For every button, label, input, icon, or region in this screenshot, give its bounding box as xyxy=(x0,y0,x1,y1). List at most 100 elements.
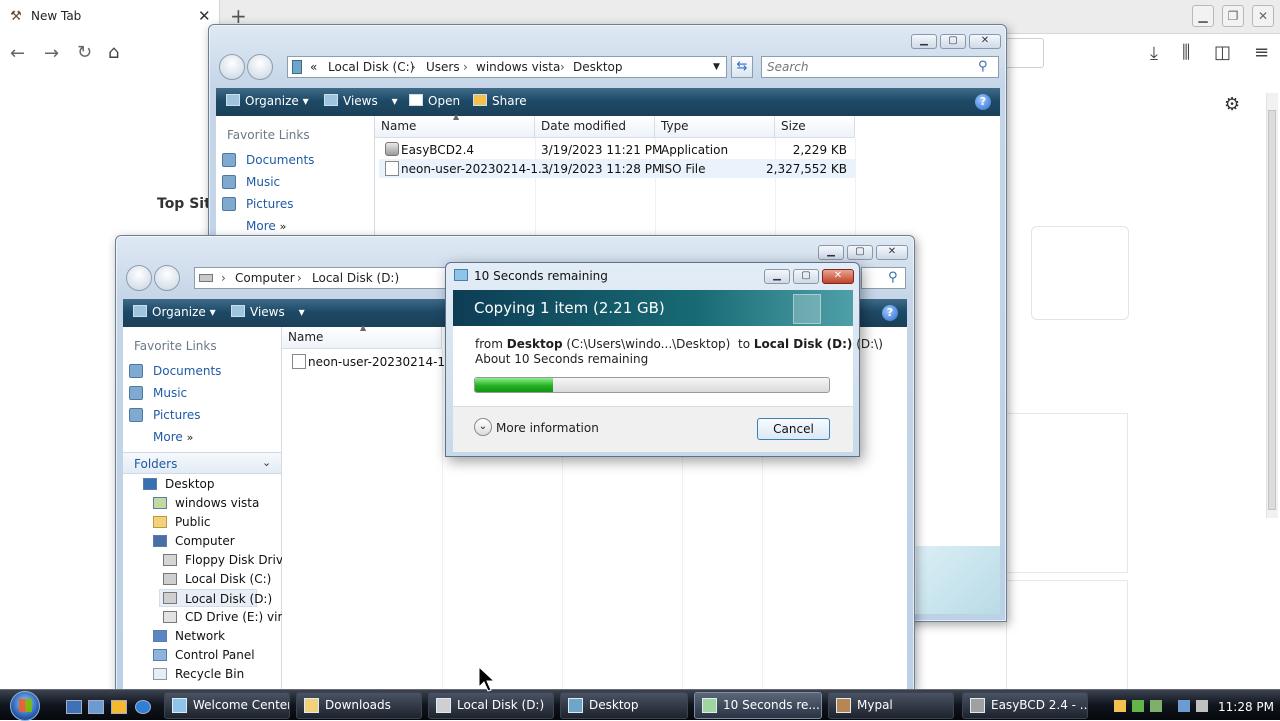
customize-gear-icon[interactable]: ⚙ xyxy=(1224,94,1240,115)
back-arrow-icon[interactable]: ← xyxy=(10,43,25,64)
address-bar[interactable]: « Local Disk (C:) › Users › windows vist… xyxy=(287,56,727,78)
address-bar[interactable]: › Computer › Local Disk (D:) xyxy=(194,267,454,289)
search-icon[interactable]: ⚲ xyxy=(978,59,988,74)
folders-heading: Folders xyxy=(134,457,178,471)
breadcrumb-separator-icon: › xyxy=(411,60,416,74)
favorite-link-label: Documents xyxy=(246,153,315,167)
forward-arrow-icon[interactable]: → xyxy=(44,43,59,64)
switch-windows-icon[interactable] xyxy=(88,700,104,714)
maximize-button[interactable]: ▢ xyxy=(940,34,966,49)
browser-scrollbar-thumb[interactable] xyxy=(1268,110,1276,510)
forward-button[interactable] xyxy=(247,54,273,80)
highlight-card[interactable] xyxy=(1006,580,1128,690)
file-row[interactable]: neon-user-20230214-1... xyxy=(286,352,457,371)
tree-label: Computer xyxy=(175,534,235,548)
search-input[interactable]: ⚲ xyxy=(861,267,906,289)
top-site-tile[interactable] xyxy=(1031,226,1129,320)
column-header-type[interactable]: Type xyxy=(655,116,775,138)
file-row[interactable]: neon-user-20230214-1... 3/19/2023 11:28 … xyxy=(379,159,855,178)
close-tab-icon[interactable]: ✕ xyxy=(198,7,211,25)
internet-explorer-icon[interactable] xyxy=(135,700,151,714)
cancel-button[interactable]: Cancel xyxy=(757,418,830,440)
chevron-down-icon[interactable]: ▼ xyxy=(713,62,720,72)
file-name: neon-user-20230214-1... xyxy=(308,355,457,369)
home-icon[interactable]: ⌂ xyxy=(108,42,119,63)
floppy-drive-icon xyxy=(163,554,177,566)
taskbar-button-easybcd[interactable]: EasyBCD 2.4 - ... xyxy=(962,692,1088,719)
minimize-button[interactable]: ▁ xyxy=(911,34,937,49)
progress-fill xyxy=(475,378,553,392)
menu-icon[interactable]: ≡ xyxy=(1254,42,1269,63)
column-header-date[interactable]: Date modified xyxy=(535,116,655,138)
browser-close-button[interactable]: ✕ xyxy=(1252,5,1274,27)
breadcrumb-separator-icon: › xyxy=(221,271,226,285)
share-button[interactable]: Share xyxy=(473,94,527,108)
breadcrumb-computer[interactable]: Computer xyxy=(235,271,295,285)
back-button[interactable] xyxy=(219,54,245,80)
organize-button[interactable]: Organize ▾ xyxy=(133,305,216,319)
taskbar-button-copy-progress[interactable]: 10 Seconds re... xyxy=(694,692,822,719)
volume-muted-icon[interactable] xyxy=(1196,700,1208,712)
help-icon[interactable]: ? xyxy=(975,94,991,110)
browser-restore-button[interactable]: ❐ xyxy=(1222,5,1244,27)
help-icon[interactable]: ? xyxy=(882,305,898,321)
file-row[interactable]: EasyBCD2.4 3/19/2023 11:21 PM Applicatio… xyxy=(379,140,855,159)
start-button[interactable] xyxy=(10,691,40,721)
update-icon[interactable] xyxy=(1132,700,1144,712)
taskbar-button-welcome-center[interactable]: Welcome Center xyxy=(164,692,290,719)
folders-header[interactable]: Folders ⌄ xyxy=(123,452,281,474)
organize-button[interactable]: Organize ▾ xyxy=(226,94,309,108)
breadcrumb-local-disk-c[interactable]: Local Disk (C:) xyxy=(328,60,414,74)
forward-button[interactable] xyxy=(154,265,180,291)
media-player-icon[interactable] xyxy=(111,700,127,714)
close-button[interactable]: ✕ xyxy=(969,34,1001,49)
minimize-button[interactable]: ▁ xyxy=(764,269,790,284)
address-overflow[interactable]: « xyxy=(310,60,317,74)
sidebar-icon[interactable]: ◫ xyxy=(1214,42,1231,63)
taskbar-button-mypal[interactable]: Mypal xyxy=(828,692,954,719)
control-panel-icon xyxy=(153,649,167,661)
views-button[interactable]: Views ▾ xyxy=(231,305,305,319)
reload-icon[interactable]: ↻ xyxy=(77,42,92,63)
tray-icon[interactable] xyxy=(1150,700,1162,712)
taskbar-button-downloads[interactable]: Downloads xyxy=(296,692,422,719)
security-shield-icon[interactable] xyxy=(1114,700,1126,712)
highlight-card[interactable] xyxy=(1006,413,1128,573)
minimize-button[interactable]: ▁ xyxy=(818,245,844,260)
maximize-button[interactable]: ▢ xyxy=(793,269,819,284)
search-input[interactable]: Search ⚲ xyxy=(761,56,999,78)
maximize-button[interactable]: ▢ xyxy=(847,245,873,260)
taskbar-button-desktop[interactable]: Desktop xyxy=(560,692,688,719)
open-button[interactable]: Open xyxy=(409,94,460,108)
from-location-link[interactable]: Desktop xyxy=(507,337,563,351)
from-label: from xyxy=(475,337,503,351)
tree-label: Recycle Bin xyxy=(175,667,245,681)
favorite-link-label: Documents xyxy=(153,364,222,378)
network-status-icon[interactable] xyxy=(1178,700,1190,712)
tree-item-local-disk-d[interactable]: Local Disk (D:) xyxy=(159,589,272,607)
close-button[interactable]: ✕ xyxy=(822,269,854,284)
taskbar-button-local-disk-d[interactable]: Local Disk (D:) xyxy=(428,692,554,719)
refresh-icon[interactable]: ⇆ xyxy=(731,56,753,78)
task-label: Desktop xyxy=(589,698,639,712)
favorite-links-more[interactable]: More » xyxy=(246,219,286,233)
breadcrumb-local-disk-d[interactable]: Local Disk (D:) xyxy=(312,271,399,285)
library-icon[interactable]: ⫼ xyxy=(1182,42,1190,63)
system-clock[interactable]: 11:28 PM xyxy=(1218,700,1274,714)
collapse-chevron-icon[interactable]: ⌄ xyxy=(262,456,271,469)
breadcrumb-desktop[interactable]: Desktop xyxy=(573,60,623,74)
file-type: ISO File xyxy=(661,162,706,176)
search-icon[interactable]: ⚲ xyxy=(888,270,898,285)
breadcrumb-users[interactable]: Users xyxy=(426,60,460,74)
close-button[interactable]: ✕ xyxy=(876,245,908,260)
column-header-size[interactable]: Size xyxy=(775,116,855,138)
to-location-link[interactable]: Local Disk (D:) xyxy=(754,337,853,351)
browser-tab[interactable]: ⚒ New Tab ✕ xyxy=(0,0,220,34)
downloads-icon[interactable]: ⤓ xyxy=(1150,43,1158,64)
favorite-links-more[interactable]: More » xyxy=(153,430,193,444)
back-button[interactable] xyxy=(126,265,152,291)
views-button[interactable]: Views ▾ xyxy=(324,94,398,108)
browser-minimize-button[interactable]: ▁ xyxy=(1192,5,1214,27)
show-desktop-icon[interactable] xyxy=(66,700,82,714)
breadcrumb-windows-vista[interactable]: windows vista xyxy=(476,60,560,74)
